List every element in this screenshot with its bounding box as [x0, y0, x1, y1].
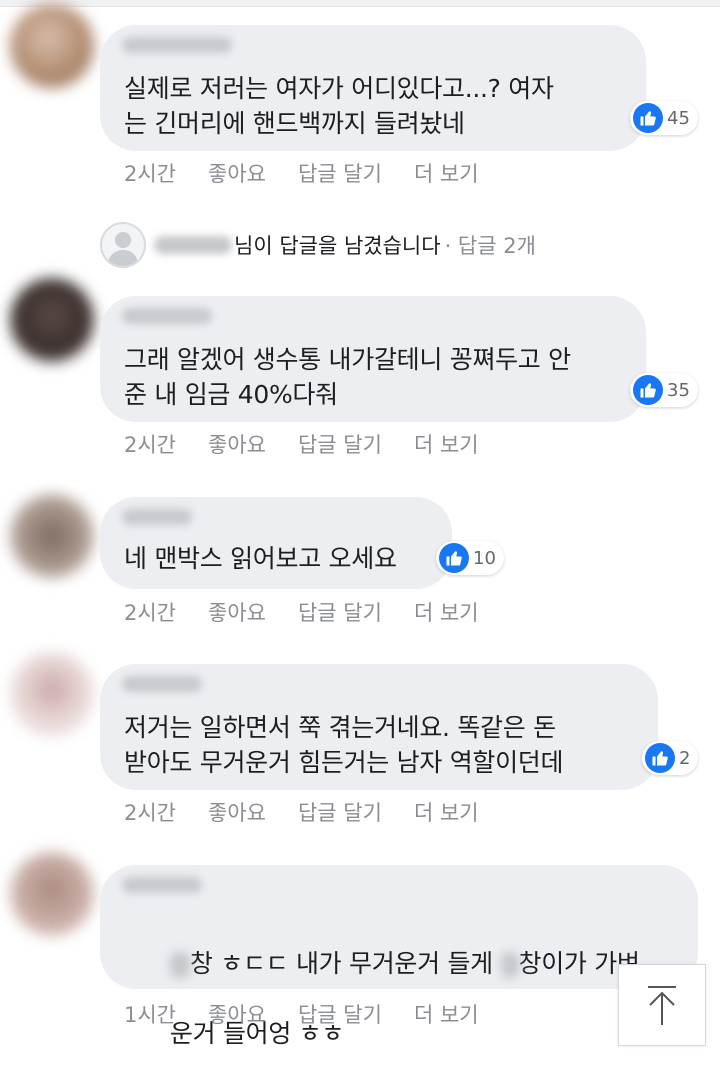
author-name-blurred[interactable]	[122, 308, 212, 324]
like-button[interactable]: 좋아요	[208, 158, 266, 188]
like-button[interactable]: 좋아요	[208, 999, 266, 1029]
more-button[interactable]: 더 보기	[414, 597, 479, 627]
thumbs-up-icon	[439, 543, 469, 573]
avatar[interactable]	[10, 4, 94, 88]
timestamp[interactable]: 1시간	[124, 999, 176, 1029]
comment-bubble: 네 맨박스 읽어보고 오세요	[100, 497, 452, 589]
reaction-count[interactable]: 10	[436, 541, 504, 575]
reply-count[interactable]: · 답글 2개	[445, 230, 536, 260]
thumbs-up-icon	[633, 103, 663, 133]
timestamp[interactable]: 2시간	[124, 597, 176, 627]
reaction-number: 35	[667, 379, 690, 401]
comment-text-part: 창 ㅎㄷㄷ 내가 무거운거 들게	[189, 949, 501, 978]
reaction-count[interactable]: 2	[642, 741, 699, 775]
more-button[interactable]: 더 보기	[414, 797, 479, 827]
comment-bubble: 그래 알겠어 생수통 내가갈테니 꽁쪄두고 안 준 내 임금 40%다줘	[100, 296, 646, 422]
comment-bubble: 창 ㅎㄷㄷ 내가 무거운거 들게 창이가 가벼 운거 들어엉 ㅎㅎ	[100, 865, 698, 1048]
comment-text: 네 맨박스 읽어보고 오세요	[124, 544, 397, 573]
timestamp[interactable]: 2시간	[124, 429, 176, 459]
author-name-blurred[interactable]	[122, 509, 192, 525]
timestamp[interactable]: 2시간	[124, 797, 176, 827]
top-divider	[0, 0, 720, 7]
more-button[interactable]: 더 보기	[414, 999, 479, 1029]
reaction-count[interactable]: 45	[630, 101, 698, 135]
comment-text: 저거는 일하면서 쭉 겪는거네요. 똑같은 돈 받아도 무거운거 힘든거는 남자…	[124, 713, 564, 777]
comment-actions: 2시간 좋아요 답글 달기 더 보기	[124, 158, 511, 188]
thumbs-up-icon	[645, 743, 675, 773]
comment-actions: 1시간 좋아요 답글 달기 더 보기	[124, 999, 511, 1029]
comment-actions: 2시간 좋아요 답글 달기 더 보기	[124, 597, 511, 627]
like-button[interactable]: 좋아요	[208, 797, 266, 827]
reply-button[interactable]: 답글 달기	[298, 999, 382, 1029]
comment-bubble: 저거는 일하면서 쭉 겪는거네요. 똑같은 돈 받아도 무거운거 힘든거는 남자…	[100, 664, 658, 790]
author-name-blurred[interactable]	[122, 676, 202, 692]
more-button[interactable]: 더 보기	[414, 158, 479, 188]
reaction-number: 2	[679, 747, 691, 769]
person-silhouette-icon	[100, 222, 146, 268]
reply-button[interactable]: 답글 달기	[298, 597, 382, 627]
reaction-number: 10	[473, 547, 496, 569]
comment-bubble: 실제로 저러는 여자가 어디있다고...? 여자 는 긴머리에 핸드백까지 들려…	[100, 25, 646, 151]
reply-button[interactable]: 답글 달기	[298, 797, 382, 827]
blurred-text	[500, 952, 519, 978]
reply-summary[interactable]: 님이 답글을 남겼습니다 · 답글 2개	[100, 220, 700, 270]
reaction-number: 45	[667, 107, 690, 129]
reply-button[interactable]: 답글 달기	[298, 429, 382, 459]
avatar[interactable]	[10, 652, 94, 736]
comment-text: 그래 알겠어 생수통 내가갈테니 꽁쪄두고 안 준 내 임금 40%다줘	[124, 345, 571, 409]
like-button[interactable]: 좋아요	[208, 429, 266, 459]
avatar[interactable]	[10, 494, 94, 578]
reply-author-blurred[interactable]	[154, 236, 232, 254]
scroll-to-top-button[interactable]	[618, 964, 706, 1046]
like-button[interactable]: 좋아요	[208, 597, 266, 627]
comment-actions: 2시간 좋아요 답글 달기 더 보기	[124, 429, 511, 459]
comment-actions: 2시간 좋아요 답글 달기 더 보기	[124, 797, 511, 827]
reply-button[interactable]: 답글 달기	[298, 158, 382, 188]
author-name-blurred[interactable]	[122, 877, 202, 893]
thumbs-up-icon	[633, 375, 663, 405]
avatar[interactable]	[10, 278, 94, 362]
avatar[interactable]	[10, 852, 94, 936]
timestamp[interactable]: 2시간	[124, 158, 176, 188]
reaction-count[interactable]: 35	[630, 373, 698, 407]
arrow-up-icon	[648, 986, 676, 1025]
blurred-text	[169, 952, 190, 978]
author-name-blurred[interactable]	[122, 37, 232, 53]
reply-summary-text: 님이 답글을 남겼습니다	[234, 234, 441, 258]
more-button[interactable]: 더 보기	[414, 429, 479, 459]
comment-text: 실제로 저러는 여자가 어디있다고...? 여자 는 긴머리에 핸드백까지 들려…	[124, 74, 554, 138]
